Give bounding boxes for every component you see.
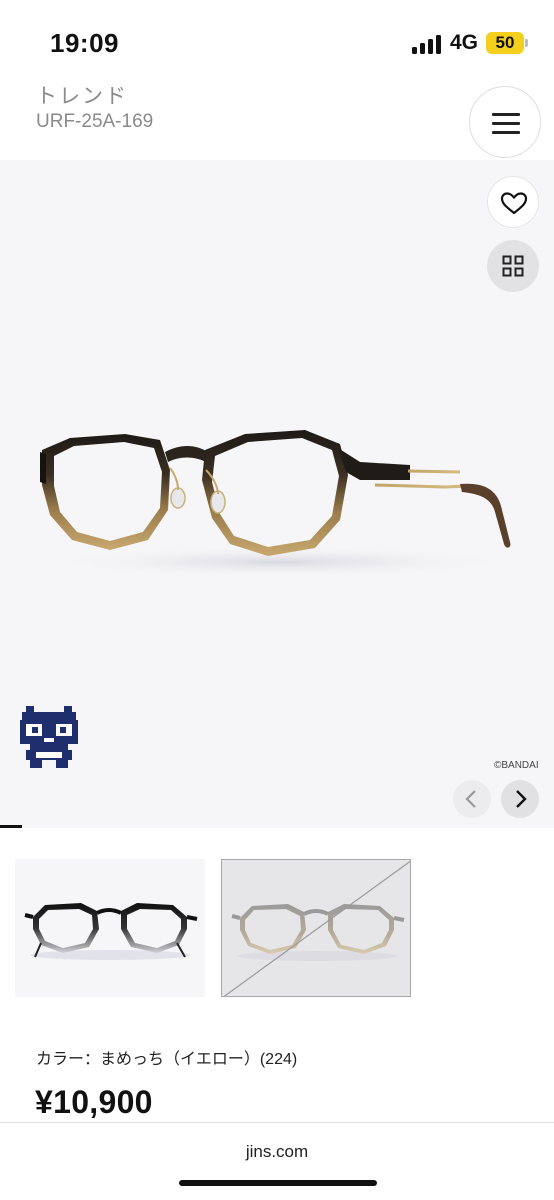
chevron-left-icon — [465, 790, 476, 808]
menu-button[interactable] — [469, 86, 541, 158]
chevron-right-icon — [516, 790, 527, 808]
status-time: 19:09 — [50, 28, 119, 58]
url-label[interactable]: jins.com — [0, 1142, 554, 1162]
grid-view-icon — [502, 255, 524, 277]
header-model: URF-25A-169 — [36, 111, 154, 132]
color-thumbnail-black-clear[interactable] — [15, 859, 205, 997]
product-image-gallery[interactable]: ©BANDAI — [0, 160, 554, 828]
battery-level: 50 — [495, 33, 515, 52]
status-bar: 19:09 4G 50 — [0, 0, 554, 80]
gallery-progress-indicator — [0, 825, 22, 828]
copyright-label: ©BANDAI — [494, 760, 539, 771]
home-indicator[interactable] — [179, 1180, 377, 1186]
unavailable-slash-icon — [223, 860, 410, 996]
header-category: トレンド — [36, 85, 128, 108]
product-glasses-image — [40, 430, 520, 578]
favorite-button[interactable] — [487, 176, 539, 228]
previous-image-button[interactable] — [453, 780, 491, 818]
thumbnail-glasses-image — [24, 903, 198, 960]
grid-view-button[interactable] — [487, 240, 539, 292]
color-label: カラー：まめっち（イエロー）(224) — [36, 1051, 298, 1068]
next-image-button[interactable] — [501, 780, 539, 818]
mametchi-character-icon — [20, 706, 78, 768]
browser-address-bar[interactable]: jins.com — [0, 1122, 554, 1200]
battery-icon: 50 — [486, 32, 528, 54]
color-thumbnail-gray-beige-unavailable[interactable] — [221, 859, 411, 997]
product-price: ¥10,900 — [35, 1084, 153, 1120]
network-label: 4G — [450, 31, 479, 54]
heart-icon — [500, 192, 528, 215]
signal-icon — [412, 34, 442, 54]
